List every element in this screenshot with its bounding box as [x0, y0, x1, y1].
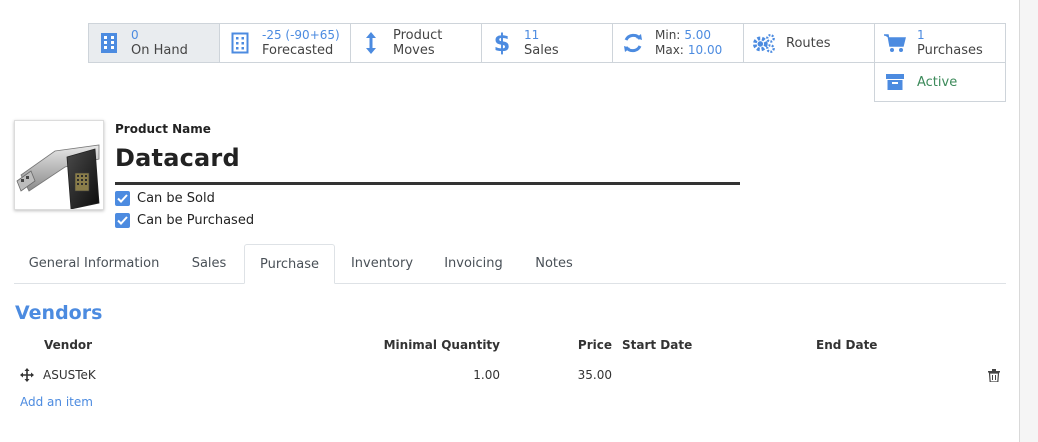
- can-be-purchased-checkbox[interactable]: Can be Purchased: [115, 213, 254, 228]
- on-hand-value: 0: [131, 28, 139, 42]
- purchases-label: Purchases: [917, 43, 983, 58]
- product-moves-button[interactable]: Product Moves: [350, 23, 482, 63]
- vendors-title: Vendors: [15, 302, 103, 324]
- vendor-cell[interactable]: ASUSTeK: [43, 368, 96, 382]
- routes-label: Routes: [786, 35, 831, 51]
- tab-invoicing[interactable]: Invoicing: [429, 244, 518, 283]
- on-hand-label: On Hand: [131, 43, 188, 58]
- checkbox-icon: [115, 213, 130, 228]
- max-row: Max: 10.00: [655, 43, 722, 58]
- min-row: Min: 5.00: [655, 28, 722, 43]
- product-name-label: Product Name: [115, 122, 211, 136]
- column-start-date[interactable]: Start Date: [622, 338, 692, 352]
- notebook-tabs: General Information Sales Purchase Inven…: [14, 244, 1006, 284]
- min-value: 5.00: [684, 28, 712, 42]
- product-moves-line2: Moves: [393, 43, 435, 58]
- sales-value: 11: [524, 28, 540, 42]
- column-vendor[interactable]: Vendor: [44, 338, 92, 352]
- can-be-purchased-label: Can be Purchased: [137, 213, 255, 228]
- move-handle-icon[interactable]: [20, 367, 34, 382]
- tab-purchase[interactable]: Purchase: [244, 244, 335, 284]
- reordering-rules-button[interactable]: Min: 5.00 Max: 10.00: [612, 23, 744, 63]
- price-cell[interactable]: 35.00: [540, 368, 612, 382]
- tab-notes[interactable]: Notes: [518, 244, 590, 283]
- product-moves-line1: Product: [393, 28, 443, 43]
- dollar-icon: $: [490, 30, 514, 56]
- column-price[interactable]: Price: [540, 338, 612, 352]
- add-an-item-link[interactable]: Add an item: [20, 395, 93, 409]
- min-qty-cell[interactable]: 1.00: [400, 368, 500, 382]
- tab-sales[interactable]: Sales: [174, 244, 244, 283]
- can-be-sold-label: Can be Sold: [137, 191, 215, 206]
- active-toggle-button[interactable]: Active: [874, 62, 1006, 102]
- forecasted-label: Forecasted: [262, 43, 334, 58]
- min-label: Min:: [655, 28, 681, 42]
- building-icon: [97, 31, 121, 55]
- product-name-underline: [115, 182, 740, 185]
- forecasted-button[interactable]: -25 (-90+65) Forecasted: [219, 23, 351, 63]
- max-value: 10.00: [687, 43, 723, 57]
- product-image[interactable]: [14, 120, 104, 210]
- updown-arrows-icon: [359, 31, 383, 55]
- routes-button[interactable]: Routes: [743, 23, 875, 63]
- sheet-gutter: [1020, 0, 1038, 442]
- max-label: Max:: [655, 43, 684, 57]
- tab-general-information[interactable]: General Information: [14, 244, 174, 283]
- refresh-icon: [621, 31, 645, 55]
- column-end-date[interactable]: End Date: [816, 338, 877, 352]
- building-icon: [228, 31, 252, 55]
- sales-button[interactable]: $ 11 Sales: [481, 23, 613, 63]
- forecasted-value: -25 (-90+65): [262, 28, 340, 42]
- can-be-sold-checkbox[interactable]: Can be Sold: [115, 191, 215, 206]
- svg-text:$: $: [494, 30, 510, 56]
- cart-icon: [883, 31, 907, 55]
- column-minimal-quantity[interactable]: Minimal Quantity: [370, 338, 500, 352]
- gears-icon: [752, 31, 776, 55]
- checkbox-icon: [115, 191, 130, 206]
- trash-icon[interactable]: [988, 367, 1000, 383]
- purchases-value: 1: [917, 28, 925, 42]
- sales-label: Sales: [524, 43, 559, 58]
- purchases-button[interactable]: 1 Purchases: [874, 23, 1006, 63]
- archive-icon: [883, 70, 907, 94]
- product-name-field[interactable]: Datacard: [115, 144, 240, 172]
- active-label: Active: [917, 74, 958, 90]
- on-hand-button[interactable]: 0 On Hand: [88, 23, 220, 63]
- usb-card-image: [16, 144, 100, 210]
- tab-inventory[interactable]: Inventory: [335, 244, 429, 283]
